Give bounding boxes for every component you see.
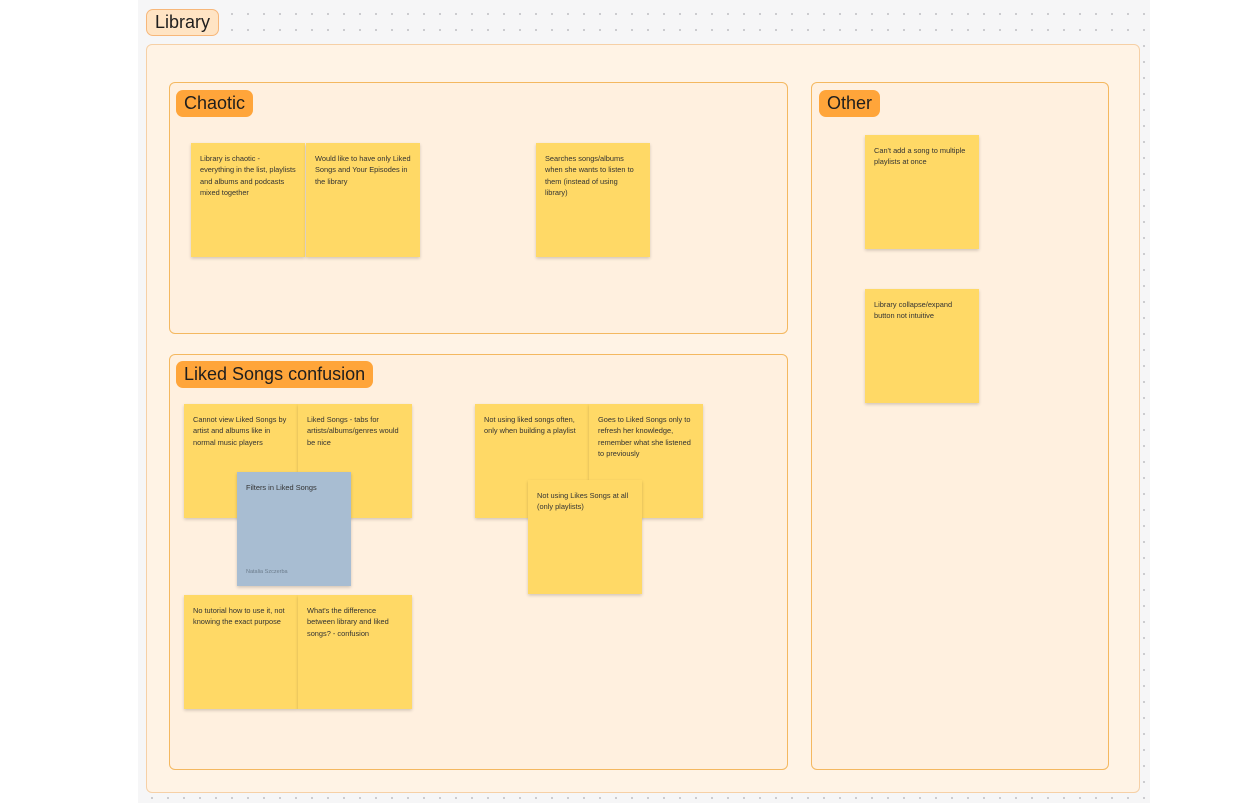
sticky-note[interactable]: Searches songs/albums when she wants to … xyxy=(536,143,650,257)
sticky-note-author: Natalia Szczerba xyxy=(246,568,288,575)
group-title-liked-songs[interactable]: Liked Songs confusion xyxy=(176,361,374,388)
sticky-note-text: Filters in Liked Songs xyxy=(246,483,317,492)
sticky-note[interactable]: Not using Likes Songs at all (only playl… xyxy=(528,480,642,594)
group-title-chaotic[interactable]: Chaotic xyxy=(176,90,254,117)
sticky-note[interactable]: Would like to have only Liked Songs and … xyxy=(306,143,420,257)
section-title-library[interactable]: Library xyxy=(146,9,220,36)
sticky-note[interactable]: No tutorial how to use it, not knowing t… xyxy=(184,595,298,709)
group-title-other[interactable]: Other xyxy=(819,90,881,117)
sticky-note[interactable]: Library is chaotic - everything in the l… xyxy=(191,143,305,257)
sticky-note-blue[interactable]: Filters in Liked Songs Natalia Szczerba xyxy=(237,472,351,586)
sticky-note[interactable]: Can't add a song to multiple playlists a… xyxy=(865,135,979,249)
sticky-note[interactable]: Library collapse/expand button not intui… xyxy=(865,289,979,403)
sticky-note[interactable]: What's the difference between library an… xyxy=(298,595,412,709)
